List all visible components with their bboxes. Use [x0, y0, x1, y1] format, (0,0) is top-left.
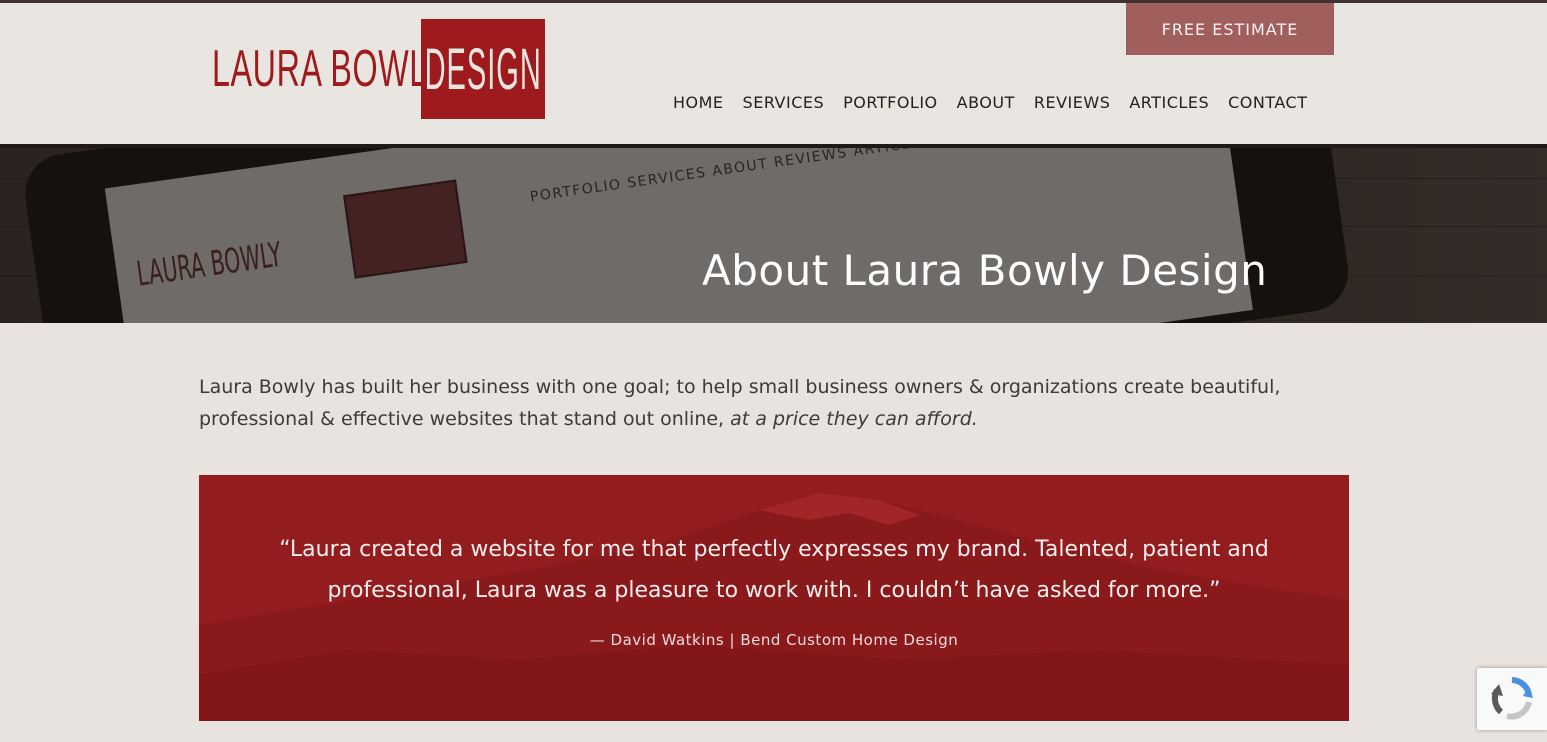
free-estimate-button[interactable]: FREE ESTIMATE	[1126, 3, 1334, 55]
site-logo[interactable]: LAURA BOWLY DESIGN	[212, 19, 545, 119]
nav-portfolio[interactable]: PORTFOLIO	[843, 93, 938, 112]
hero-overlay	[0, 148, 1547, 323]
recaptcha-icon	[1491, 677, 1533, 720]
page-title: About Laura Bowly Design	[702, 246, 1268, 295]
logo-design-text: DESIGN	[424, 36, 542, 102]
site-header: LAURA BOWLY DESIGN FREE ESTIMATE HOME SE…	[0, 3, 1547, 144]
nav-about[interactable]: ABOUT	[957, 93, 1015, 112]
nav-articles[interactable]: ARTICLES	[1129, 93, 1209, 112]
nav-contact[interactable]: CONTACT	[1228, 93, 1307, 112]
main-nav: HOME SERVICES PORTFOLIO ABOUT REVIEWS AR…	[673, 93, 1307, 112]
testimonial-block: “Laura created a website for me that per…	[199, 475, 1349, 721]
recaptcha-badge[interactable]	[1477, 668, 1547, 730]
nav-home[interactable]: HOME	[673, 93, 724, 112]
intro-paragraph: Laura Bowly has built her business with …	[199, 371, 1329, 435]
hero-banner: LAURA BOWLY PORTFOLIO SERVICES ABOUT REV…	[0, 148, 1547, 323]
logo-name-text: LAURA BOWLY	[212, 40, 448, 98]
nav-reviews[interactable]: REVIEWS	[1034, 93, 1110, 112]
testimonial-quote: “Laura created a website for me that per…	[279, 537, 1269, 603]
nav-services[interactable]: SERVICES	[743, 93, 825, 112]
testimonial-attribution: — David Watkins | Bend Custom Home Desig…	[589, 631, 959, 649]
logo-design-box: DESIGN	[421, 19, 545, 119]
intro-emphasis: at a price they can afford.	[730, 408, 978, 430]
